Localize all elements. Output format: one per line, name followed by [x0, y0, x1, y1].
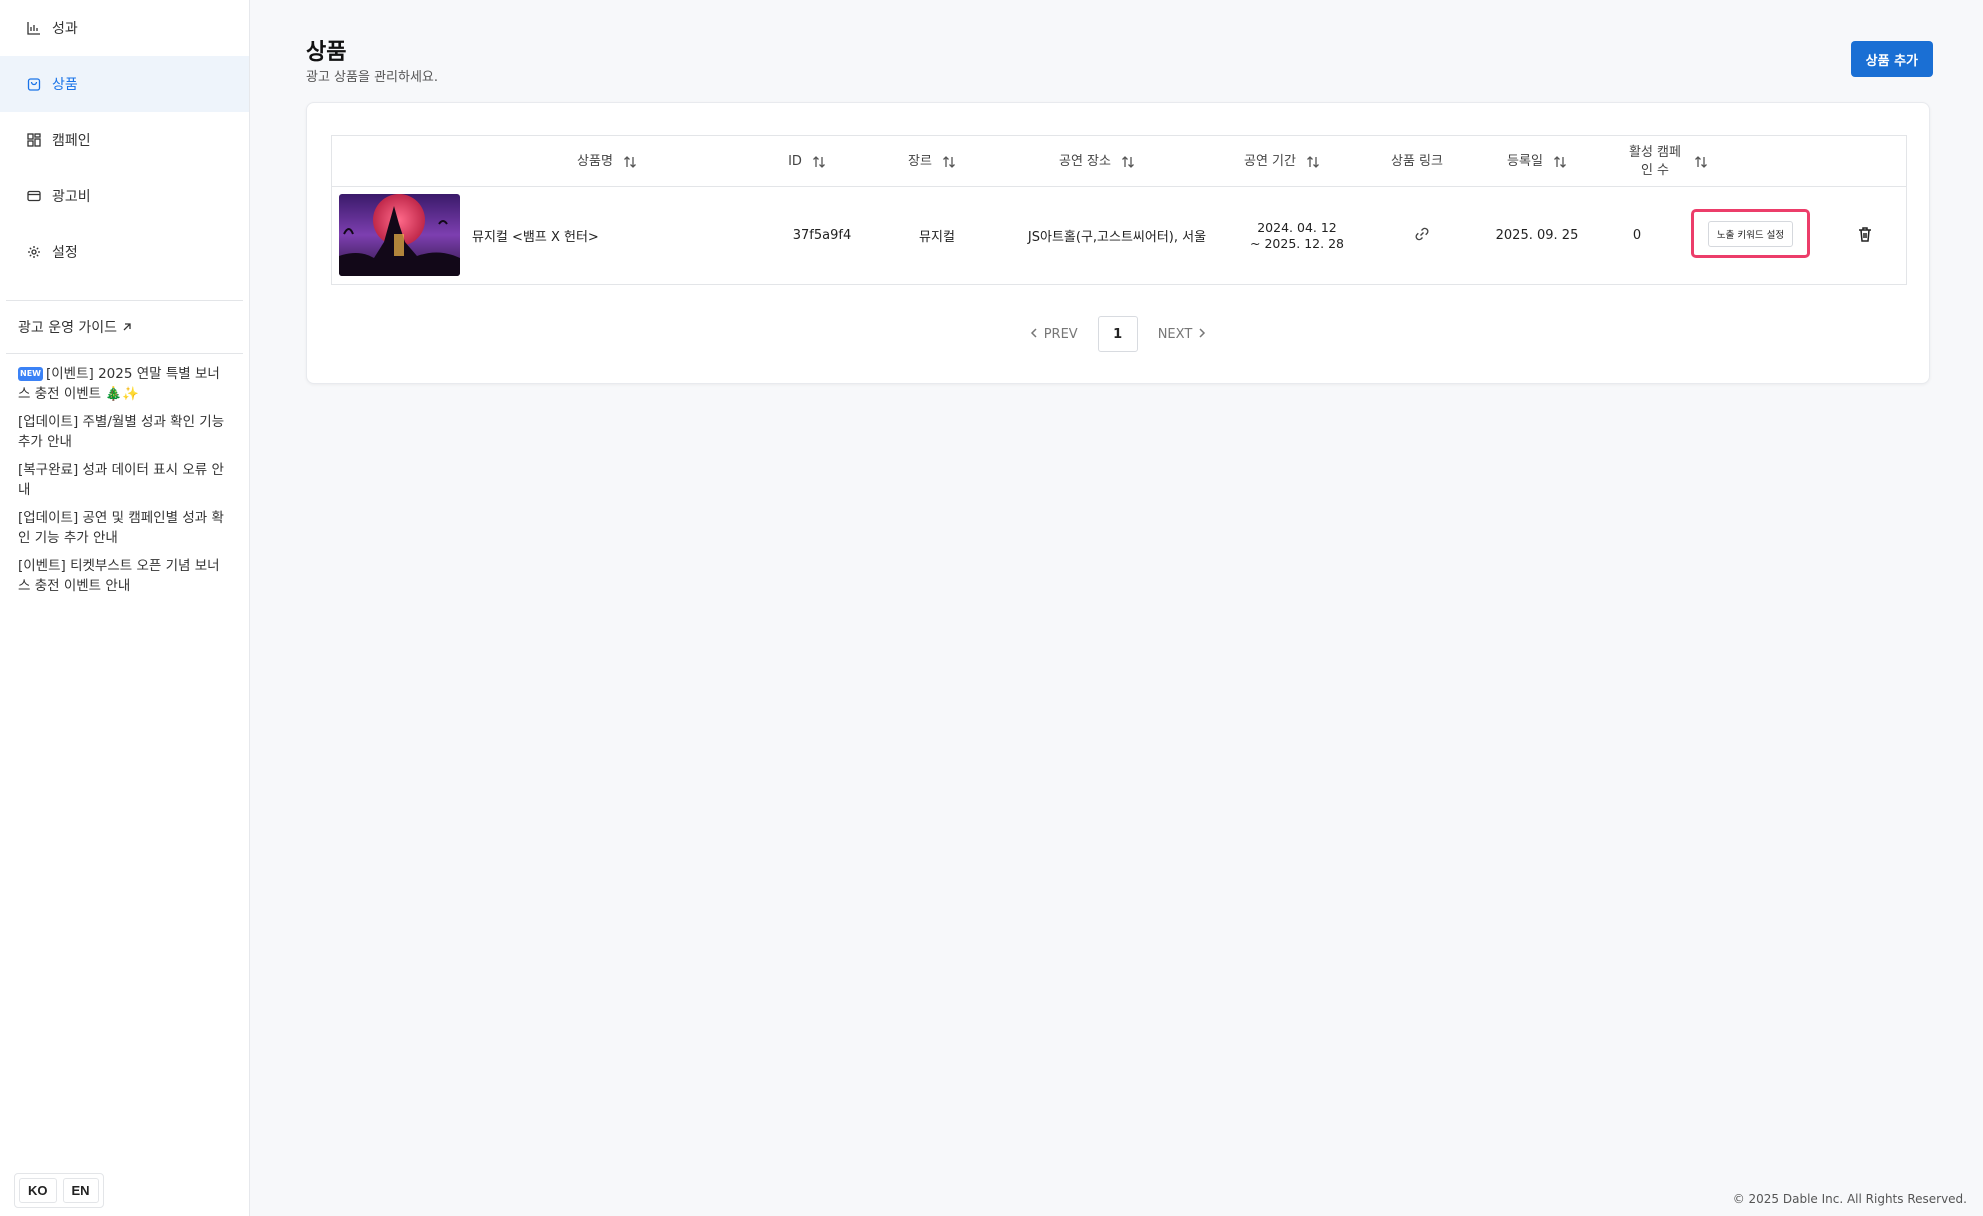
- col-label: 활성 캠페인 수: [1629, 144, 1681, 178]
- col-venue[interactable]: 공연 장소: [1022, 136, 1172, 187]
- sort-icon: [942, 155, 956, 168]
- col-period[interactable]: 공연 기간: [1222, 136, 1342, 187]
- product-name[interactable]: 뮤지컬 <뱀프 X 헌터>: [472, 187, 599, 284]
- col-genre[interactable]: 장르: [897, 136, 967, 187]
- ad-guide-label: 광고 운영 가이드: [18, 320, 118, 336]
- page-subtitle: 광고 상품을 관리하세요.: [306, 70, 438, 85]
- col-label: 등록일: [1507, 153, 1543, 169]
- sidebar-item-label: 성과: [52, 21, 78, 37]
- language-switcher: KO EN: [14, 1173, 104, 1208]
- notice-item[interactable]: [이벤트] 티켓부스트 오픈 기념 보너스 충전 이벤트 안내: [18, 556, 231, 596]
- col-label: 상품명: [577, 153, 613, 169]
- col-label: 상품 링크: [1391, 153, 1443, 169]
- sidebar-item-ad-spend[interactable]: 광고비: [0, 168, 249, 224]
- notice-text: [이벤트] 2025 연말 특별 보너스 충전 이벤트 🎄✨: [18, 366, 220, 402]
- products-card: 상품명 ID 장르 공연 장소 공연 기간 상품 링크 등록일 활성 캠페인 수…: [306, 102, 1930, 384]
- grid-icon: [26, 132, 42, 148]
- credit-card-icon: [26, 188, 42, 204]
- notice-text: [이벤트] 티켓부스트 오픈 기념 보너스 충전 이벤트 안내: [18, 558, 220, 594]
- keyword-button-highlight: 노출 키워드 설정: [1691, 209, 1810, 258]
- sort-icon: [623, 155, 637, 168]
- notice-text: [업데이트] 공연 및 캠페인별 성과 확인 기능 추가 안내: [18, 510, 224, 546]
- col-link: 상품 링크: [1372, 136, 1462, 187]
- sidebar-nav: 성과 상품 캠페인 광고비 설정: [0, 0, 249, 280]
- notice-text: [복구완료] 성과 데이터 표시 오류 안내: [18, 462, 224, 498]
- product-link[interactable]: [1392, 187, 1452, 284]
- shopping-bag-icon: [26, 76, 42, 92]
- notice-item[interactable]: [복구완료] 성과 데이터 표시 오류 안내: [18, 460, 231, 500]
- sidebar-item-products[interactable]: 상품: [0, 56, 249, 112]
- product-venue: JS아트홀(구,고스트씨어터), 서울: [1027, 230, 1207, 245]
- sidebar-item-label: 광고비: [52, 189, 91, 205]
- main-content: 상품 광고 상품을 관리하세요. 상품 추가 상품명 ID 장르 공연 장소 공…: [250, 0, 1983, 1216]
- add-product-button[interactable]: 상품 추가: [1850, 41, 1933, 77]
- sort-icon: [1553, 155, 1567, 168]
- trash-icon[interactable]: [1856, 225, 1876, 245]
- sidebar-item-campaigns[interactable]: 캠페인: [0, 112, 249, 168]
- page-title: 상품: [306, 40, 347, 65]
- col-label: ID: [788, 153, 802, 169]
- chevron-right-icon: [1198, 327, 1206, 342]
- col-label: 공연 기간: [1244, 153, 1296, 169]
- col-label: 공연 장소: [1059, 153, 1111, 169]
- bar-chart-icon: [26, 20, 42, 36]
- product-thumbnail: [339, 194, 460, 276]
- product-period: 2024. 04. 12 ~ 2025. 12. 28: [1232, 187, 1362, 284]
- product-genre: 뮤지컬: [919, 230, 955, 245]
- chevron-left-icon: [1030, 327, 1038, 342]
- sidebar-item-label: 설정: [52, 245, 78, 261]
- sort-icon: [1694, 155, 1708, 168]
- sort-icon: [1306, 155, 1320, 168]
- new-badge: NEW: [18, 367, 43, 381]
- prev-page-button[interactable]: PREV: [1030, 327, 1078, 342]
- col-id[interactable]: ID: [772, 136, 842, 187]
- product-active-campaigns: 0: [1632, 228, 1642, 243]
- prev-label: PREV: [1043, 326, 1078, 342]
- sidebar-item-label: 캠페인: [52, 133, 91, 149]
- table-header: 상품명 ID 장르 공연 장소 공연 기간 상품 링크 등록일 활성 캠페인 수: [332, 136, 1906, 187]
- notice-list: NEW [이벤트] 2025 연말 특별 보너스 충전 이벤트 🎄✨ [업데이트]…: [0, 354, 249, 596]
- period-end: ~ 2025. 12. 28: [1250, 235, 1344, 251]
- notice-item[interactable]: NEW [이벤트] 2025 연말 특별 보너스 충전 이벤트 🎄✨: [18, 364, 231, 404]
- pagination: PREV 1 NEXT: [307, 315, 1929, 353]
- sort-icon: [812, 155, 826, 168]
- next-label: NEXT: [1157, 326, 1193, 342]
- period-start: 2024. 04. 12: [1257, 219, 1337, 235]
- sidebar: 성과 상품 캠페인 광고비 설정 광고 운영 가이드 NEW [이벤트] 202…: [0, 0, 250, 1216]
- notice-item[interactable]: [업데이트] 공연 및 캠페인별 성과 확인 기능 추가 안내: [18, 508, 231, 548]
- sidebar-item-label: 상품: [52, 77, 78, 93]
- col-label: 장르: [908, 153, 932, 169]
- notice-text: [업데이트] 주별/월별 성과 확인 기능 추가 안내: [18, 414, 225, 450]
- product-registered: 2025. 09. 25: [1495, 228, 1579, 243]
- lang-en-button[interactable]: EN: [62, 1178, 99, 1203]
- lang-ko-button[interactable]: KO: [19, 1178, 57, 1203]
- footer-copyright: © 2025 Dable Inc. All Rights Reserved.: [1732, 1192, 1967, 1206]
- table-row[interactable]: 뮤지컬 <뱀프 X 헌터> 37f5a9f4 뮤지컬 JS아트홀(구,고스트씨어…: [332, 187, 1906, 284]
- product-id: 37f5a9f4: [792, 228, 852, 243]
- notice-item[interactable]: [업데이트] 주별/월별 성과 확인 기능 추가 안내: [18, 412, 231, 452]
- sidebar-item-settings[interactable]: 설정: [0, 224, 249, 280]
- sort-icon: [1121, 155, 1135, 168]
- external-link-icon: [122, 320, 132, 336]
- ad-guide-link[interactable]: 광고 운영 가이드: [0, 301, 249, 353]
- gear-icon: [26, 244, 42, 260]
- keyword-settings-button[interactable]: 노출 키워드 설정: [1707, 220, 1794, 247]
- next-page-button[interactable]: NEXT: [1158, 327, 1207, 342]
- sidebar-item-performance[interactable]: 성과: [0, 0, 249, 56]
- link-icon[interactable]: [1413, 225, 1431, 247]
- products-table: 상품명 ID 장르 공연 장소 공연 기간 상품 링크 등록일 활성 캠페인 수…: [331, 135, 1907, 285]
- col-active-campaigns[interactable]: 활성 캠페인 수: [1592, 136, 1742, 187]
- col-name[interactable]: 상품명: [472, 136, 742, 187]
- col-registered[interactable]: 등록일: [1477, 136, 1597, 187]
- page-number-button[interactable]: 1: [1097, 316, 1138, 352]
